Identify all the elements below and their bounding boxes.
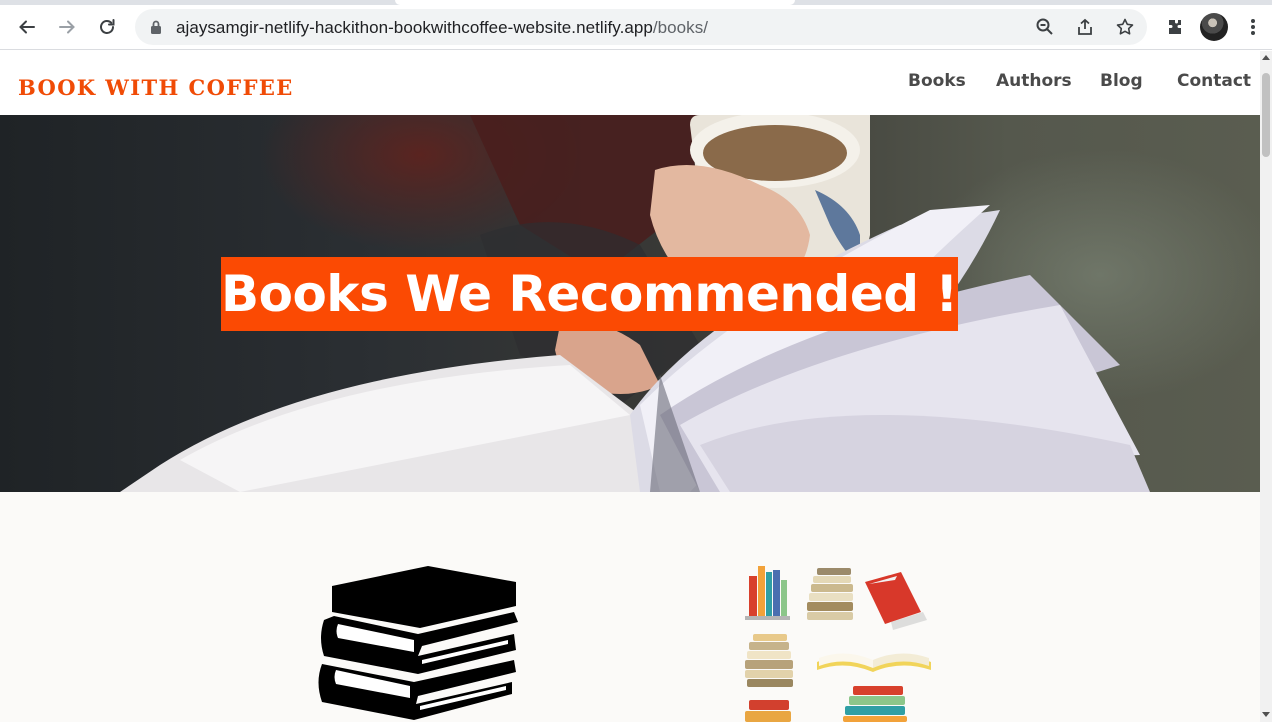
back-arrow-icon: [19, 20, 35, 34]
reload-icon: [100, 19, 115, 34]
site-logo[interactable]: BOOK WITH COFFEE: [18, 75, 294, 100]
lock-icon[interactable]: [149, 19, 163, 35]
nav-blog[interactable]: Blog: [1100, 71, 1143, 91]
browser-toolbar: ajaysamgir-netlify-hackithon-bookwithcof…: [0, 5, 1272, 50]
nav-authors[interactable]: Authors: [996, 71, 1072, 91]
menu-icon: [1251, 19, 1255, 35]
back-button[interactable]: [12, 12, 42, 42]
hero-title: Books We Recommended !: [221, 257, 958, 331]
extensions-button[interactable]: [1163, 15, 1187, 39]
avatar[interactable]: [1200, 13, 1228, 41]
book-stack-icon[interactable]: [318, 564, 523, 722]
url-path: /books/: [652, 18, 709, 37]
nav-contact[interactable]: Contact: [1177, 71, 1251, 91]
star-icon[interactable]: [1115, 17, 1135, 37]
nav-books[interactable]: Books: [908, 71, 966, 91]
zoom-icon[interactable]: [1035, 17, 1055, 37]
site-header: BOOK WITH COFFEE Books Authors Blog Cont…: [0, 51, 1260, 115]
scroll-up-arrow[interactable]: [1262, 55, 1270, 60]
extensions-icon: [1169, 20, 1181, 34]
forward-arrow-icon: [59, 20, 75, 34]
colorful-books-icon[interactable]: [745, 562, 940, 722]
forward-button[interactable]: [52, 12, 82, 42]
scroll-thumb[interactable]: [1262, 73, 1270, 157]
reload-button[interactable]: [92, 12, 122, 42]
menu-button[interactable]: [1241, 15, 1265, 39]
url-domain: ajaysamgir-netlify-hackithon-bookwithcof…: [176, 18, 653, 37]
address-bar[interactable]: ajaysamgir-netlify-hackithon-bookwithcof…: [135, 9, 1147, 45]
hero-banner: Books We Recommended !: [0, 115, 1260, 492]
books-section: [0, 492, 1260, 722]
share-icon[interactable]: [1075, 17, 1095, 37]
url-text[interactable]: ajaysamgir-netlify-hackithon-bookwithcof…: [176, 18, 708, 38]
page-scrollbar[interactable]: [1260, 51, 1272, 722]
scroll-down-arrow[interactable]: [1262, 712, 1270, 717]
